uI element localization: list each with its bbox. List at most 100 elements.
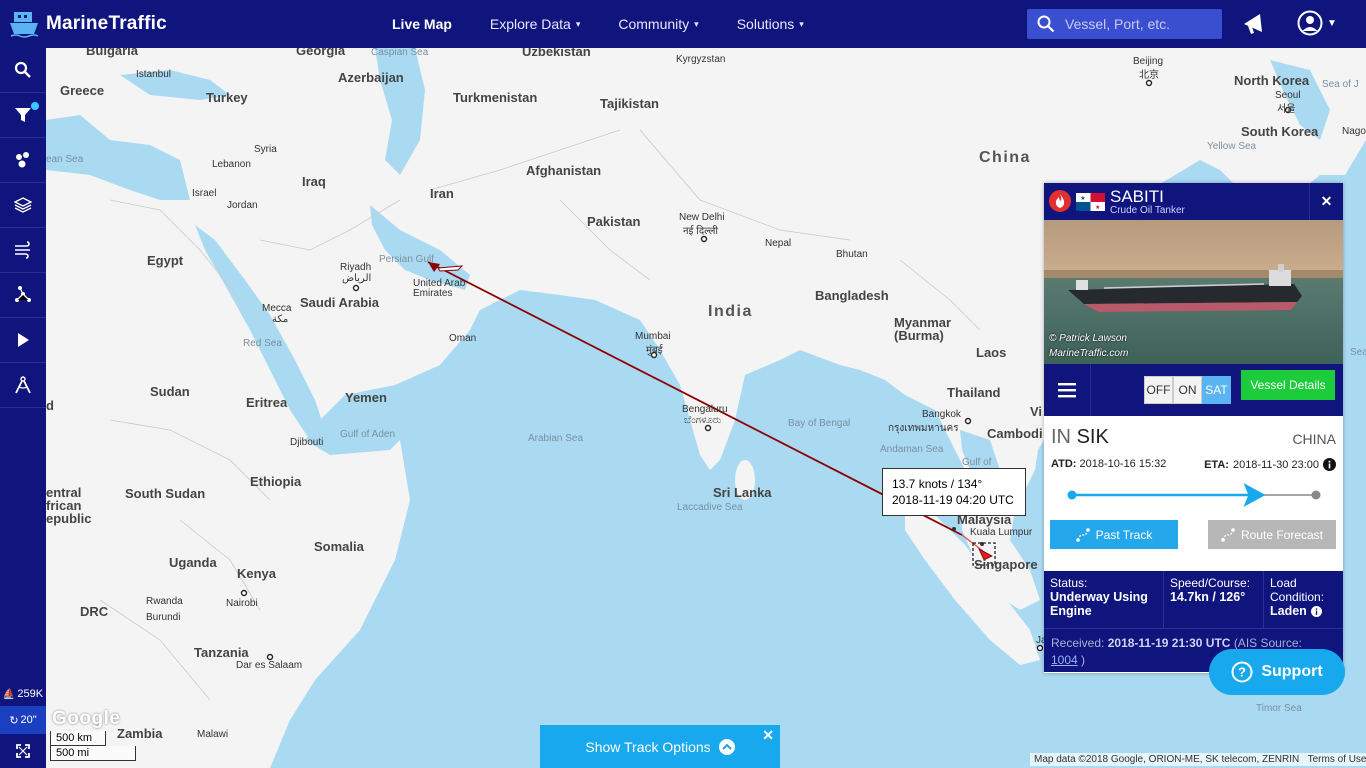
track-options-label: Show Track Options: [585, 738, 711, 755]
map-label: Caspian Sea: [371, 48, 429, 58]
sidebar-layers[interactable]: [0, 183, 46, 228]
sidebar-fleets[interactable]: [0, 138, 46, 183]
user-avatar-icon: [1297, 10, 1323, 36]
photo-credit-author: © Patrick Lawson: [1049, 333, 1127, 344]
ship-icon: ⛵: [2, 688, 16, 700]
atd-value: 2018-10-16 15:32: [1079, 458, 1167, 470]
sidebar-measure[interactable]: [0, 363, 46, 408]
map-label: d: [46, 398, 54, 413]
ais-source-link[interactable]: 1004: [1051, 653, 1078, 667]
close-icon: ✕: [1320, 193, 1333, 209]
status-value: Underway Using Engine: [1050, 590, 1148, 618]
map-label: Nepal: [765, 238, 792, 249]
sidebar-search[interactable]: [0, 48, 46, 93]
show-track-options-button[interactable]: Show Track Options ✕: [540, 725, 780, 768]
speed-course-value: 14.7kn / 126°: [1170, 590, 1246, 604]
nav-solutions-label: Solutions: [736, 16, 795, 32]
map-label: Nairobi: [226, 598, 258, 609]
nav-community-label: Community: [618, 16, 690, 32]
close-panel-button[interactable]: ✕: [1309, 183, 1343, 220]
map-label: Syria: [254, 144, 277, 155]
toggle-off[interactable]: OFF: [1144, 376, 1173, 404]
vessel-count-value: 259K: [17, 688, 44, 700]
map-label: Pakistan: [587, 214, 641, 229]
map-label: Greece: [60, 83, 105, 98]
photo-credit: © Patrick Lawson MarineTraffic.com: [1049, 331, 1128, 361]
map-label: Red Sea: [243, 338, 282, 349]
map-label: Nago: [1342, 126, 1366, 137]
chevron-down-icon: ▾: [575, 18, 581, 29]
map-label: Riyadh: [340, 262, 372, 273]
voyage-progress-bar: [1067, 483, 1321, 507]
app-name: MarineTraffic: [46, 13, 167, 34]
map-label: Istanbul: [136, 69, 172, 80]
track-speed-course: 13.7 knots / 134°: [892, 477, 983, 491]
map-label: Rwanda: [146, 596, 183, 607]
vessel-photo[interactable]: © Patrick Lawson MarineTraffic.com: [1044, 220, 1343, 364]
map-label: ean Sea: [46, 154, 84, 165]
route-forecast-button[interactable]: Route Forecast: [1208, 520, 1336, 549]
map-label: 서울: [1277, 104, 1296, 115]
map-label: Djibouti: [290, 437, 324, 448]
map-label: Singapore: [974, 557, 1038, 572]
map-label: India: [708, 303, 753, 320]
map-label: Vi: [1030, 404, 1043, 419]
vessel-details-button[interactable]: Vessel Details: [1241, 370, 1335, 400]
toggle-sat[interactable]: SAT: [1202, 376, 1231, 404]
info-icon[interactable]: [1310, 605, 1322, 617]
map-label: Persian Gulf: [379, 254, 435, 265]
nav-explore-data[interactable]: Explore Data ▾: [490, 16, 580, 32]
map-label: नई दिल्ली: [683, 226, 719, 237]
map-label: Sudan: [150, 384, 190, 399]
support-button[interactable]: ? Support: [1209, 649, 1345, 695]
account-menu-button[interactable]: ▼: [1297, 10, 1337, 36]
sidebar-playback[interactable]: [0, 318, 46, 363]
logo[interactable]: MarineTraffic: [8, 10, 167, 38]
nav-solutions[interactable]: Solutions ▾: [737, 16, 804, 32]
left-toolbar: ⛵ 259K ↻ 20": [0, 48, 46, 768]
toggle-on[interactable]: ON: [1173, 376, 1202, 404]
past-track-button[interactable]: Past Track: [1050, 520, 1178, 549]
map-label: Azerbaijan: [338, 70, 404, 85]
notifications-button[interactable]: [1240, 10, 1268, 43]
terms-link[interactable]: Terms of Use: [1308, 754, 1366, 765]
vessel-actions-bar: OFF ON SAT Vessel Details: [1044, 364, 1343, 416]
info-icon[interactable]: [1323, 458, 1336, 471]
map-label: Tanzania: [194, 645, 249, 660]
map-label: กรุงเทพมหานคร: [888, 423, 959, 434]
map-label: Afghanistan: [526, 163, 602, 178]
sidebar-routes[interactable]: [0, 273, 46, 318]
nav-live-map[interactable]: Live Map: [392, 16, 452, 32]
map-label: Bhutan: [836, 249, 868, 260]
refresh-timer-value: 20": [20, 714, 37, 726]
panel-menu-button[interactable]: [1044, 364, 1091, 416]
map-label: Eritrea: [246, 395, 288, 410]
refresh-timer[interactable]: ↻ 20": [0, 706, 46, 734]
svg-text:★: ★: [1095, 204, 1100, 211]
search-input[interactable]: [1065, 16, 1215, 32]
map-label: Arabian Sea: [528, 433, 584, 444]
search-box[interactable]: [1027, 9, 1222, 39]
svg-text:?: ?: [1238, 665, 1246, 680]
map-label: Laos: [976, 345, 1007, 360]
refresh-icon: ↻: [9, 714, 19, 727]
atd: ATD: 2018-10-16 15:32: [1051, 458, 1166, 470]
vessel-name: SABITI: [1110, 187, 1164, 206]
sidebar-filters[interactable]: [0, 93, 46, 138]
fullscreen-button[interactable]: [0, 734, 46, 768]
map-label: Gulf of Aden: [340, 429, 396, 440]
fleet-icon: [16, 152, 29, 168]
sidebar-weather[interactable]: [0, 228, 46, 273]
svg-text:★: ★: [1080, 195, 1085, 202]
chevron-down-icon: ▾: [694, 18, 699, 29]
ship-logo-icon: [10, 12, 39, 38]
map-label: Yemen: [345, 390, 387, 405]
sidebar-stats: ⛵ 259K ↻ 20": [0, 682, 46, 768]
megaphone-icon: [1244, 14, 1262, 34]
close-track-options-button[interactable]: ✕: [762, 727, 774, 744]
scale-km: 500 km: [50, 731, 106, 746]
ais-source-label: (AIS Source:: [1233, 636, 1302, 650]
fullscreen-icon: [16, 744, 30, 758]
vessel-status-row: Status: Underway Using Engine Speed/Cour…: [1044, 571, 1343, 628]
nav-community[interactable]: Community ▾: [618, 16, 698, 32]
